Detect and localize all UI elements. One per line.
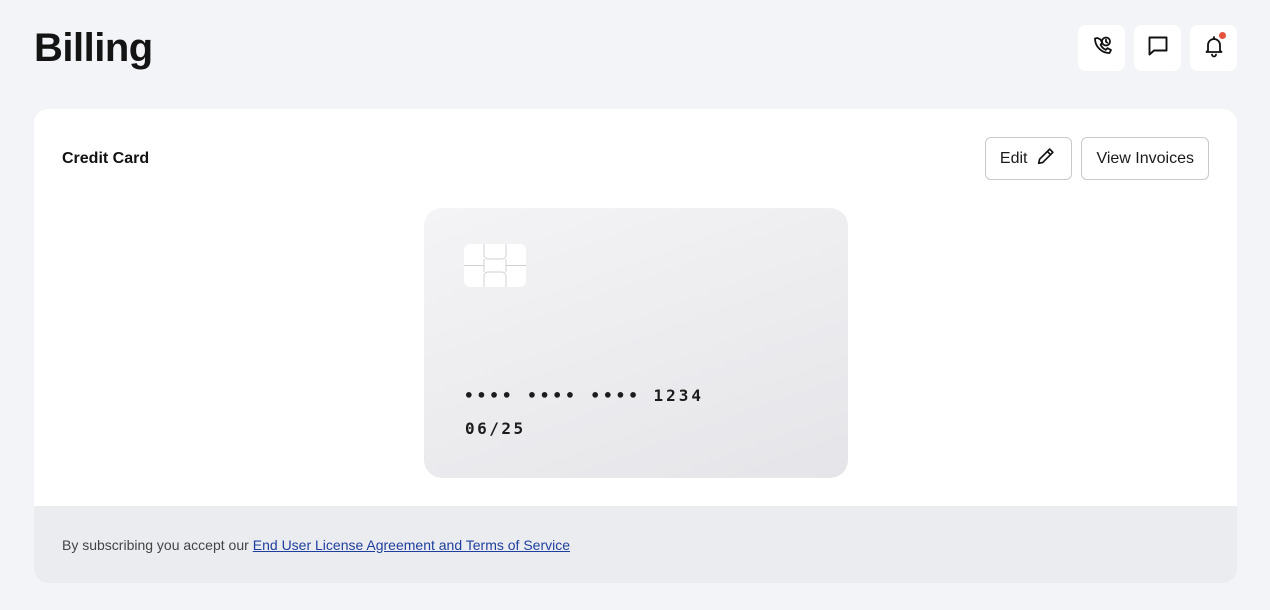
card-number: •••• •••• •••• 1234 — [464, 386, 705, 405]
messages-button[interactable] — [1134, 25, 1181, 71]
card-chip-icon — [464, 244, 526, 287]
terms-footer: By subscribing you accept our End User L… — [34, 506, 1237, 583]
notifications-button[interactable] — [1190, 25, 1237, 71]
edit-label: Edit — [999, 149, 1028, 167]
panel-actions: Edit View Invoices — [984, 137, 1209, 180]
call-history-button[interactable] — [1078, 25, 1125, 71]
view-invoices-label: View Invoices — [1096, 149, 1194, 167]
terms-link[interactable]: End User License Agreement and Terms of … — [253, 537, 570, 553]
credit-card-panel: Credit Card Edit View Invoices •••• ••••… — [34, 109, 1237, 583]
chat-icon — [1146, 34, 1170, 63]
terms-text: By subscribing you accept our — [62, 536, 249, 553]
page-title: Billing — [34, 26, 153, 70]
phone-clock-icon — [1090, 34, 1114, 63]
notification-dot — [1218, 31, 1227, 40]
section-title: Credit Card — [62, 150, 150, 167]
card-expiry: 06/25 — [465, 419, 526, 438]
header-actions — [1078, 25, 1237, 71]
edit-button[interactable]: Edit — [984, 137, 1073, 180]
view-invoices-button[interactable]: View Invoices — [1081, 137, 1209, 180]
credit-card: •••• •••• •••• 1234 06/25 — [424, 208, 848, 478]
pencil-icon — [1035, 145, 1057, 172]
